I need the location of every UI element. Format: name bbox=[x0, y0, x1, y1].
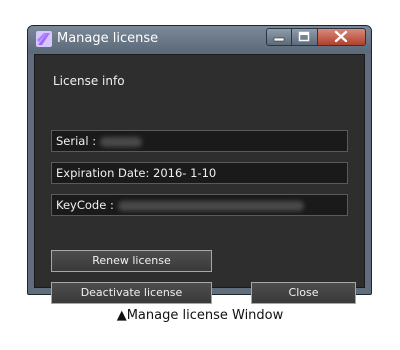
deactivate-license-button[interactable]: Deactivate license bbox=[51, 282, 212, 304]
close-window-button[interactable] bbox=[318, 28, 366, 46]
window-controls bbox=[266, 28, 366, 46]
screenshot-stage: Manage license License info Serial: Exp… bbox=[0, 0, 400, 350]
expiration-field: Expiration Date: 2016- 1-10 bbox=[51, 162, 348, 184]
renew-license-button[interactable]: Renew license bbox=[51, 250, 212, 272]
figure-caption: ▲Manage license Window bbox=[116, 308, 284, 323]
window-title: Manage license bbox=[57, 31, 159, 46]
keycode-label: KeyCode : bbox=[56, 198, 114, 212]
keycode-field: KeyCode : bbox=[51, 194, 348, 216]
minimize-icon bbox=[273, 37, 285, 42]
serial-label: Serial : bbox=[56, 134, 97, 148]
license-info-heading: License info bbox=[53, 74, 125, 88]
expiration-label: Expiration Date: 2016- 1-10 bbox=[56, 166, 217, 180]
minimize-button[interactable] bbox=[266, 28, 292, 46]
title-bar[interactable]: Manage license bbox=[28, 26, 371, 53]
manage-license-window: Manage license License info Serial: Exp… bbox=[27, 25, 372, 304]
close-button[interactable]: Close bbox=[251, 282, 356, 304]
maximize-button[interactable] bbox=[292, 28, 318, 46]
serial-field: Serial : bbox=[51, 130, 348, 152]
maximize-icon bbox=[298, 31, 310, 42]
close-icon bbox=[334, 30, 348, 43]
keycode-redacted-value bbox=[117, 200, 304, 211]
app-logo-icon bbox=[36, 31, 52, 47]
serial-redacted-value bbox=[100, 136, 143, 147]
dialog-client-area: License info Serial : Expiration Date: 2… bbox=[34, 54, 365, 304]
